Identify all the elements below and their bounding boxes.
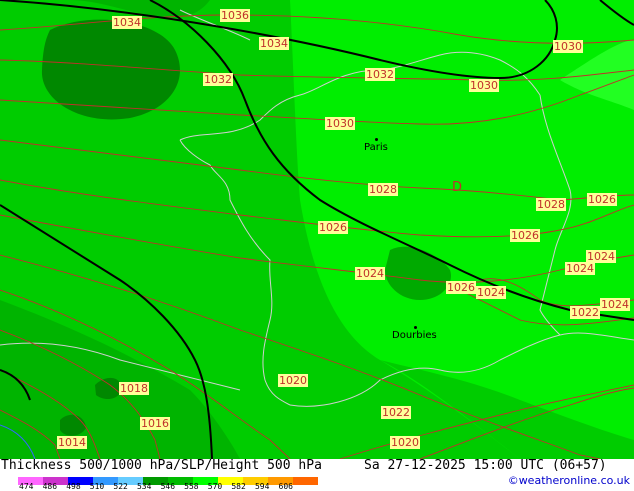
isobar-label: 1034: [112, 16, 142, 29]
isobar-label: 1024: [600, 298, 630, 311]
isobar-label: 1032: [203, 73, 233, 86]
isobar-label: 1016: [140, 417, 170, 430]
weather-map: 1034 1036 1034 1032 1032 1030 1030 1030 …: [0, 0, 634, 459]
isobar-label: 1028: [368, 183, 398, 196]
map-footer: Thickness 500/1000 hPa/SLP/Height 500 hP…: [0, 458, 634, 491]
isobar-label: 1026: [510, 229, 540, 242]
city-marker-dourbies: [414, 326, 417, 329]
isobar-label: 1022: [381, 406, 411, 419]
isobar-label: 1024: [476, 286, 506, 299]
pressure-system-symbol: D: [452, 180, 463, 195]
valid-time: Sa 27-12-2025 15:00 UTC (06+57): [364, 458, 607, 473]
isobar-label: 1024: [565, 262, 595, 275]
color-scale-bar: [18, 471, 318, 485]
isobar-label: 1034: [259, 37, 289, 50]
isobar-label: 1024: [355, 267, 385, 280]
isobar-label: 1020: [278, 374, 308, 387]
isobar-label: 1036: [220, 9, 250, 22]
isobar-label: 1032: [365, 68, 395, 81]
isobar-label: 1014: [57, 436, 87, 449]
city-marker-paris: [375, 138, 378, 141]
isobar-label: 1026: [587, 193, 617, 206]
isobar-label: 1028: [536, 198, 566, 211]
city-label-dourbies: Dourbies: [392, 330, 437, 341]
isobar-label: 1030: [325, 117, 355, 130]
isobar-label: 1026: [318, 221, 348, 234]
isobar-label: 1026: [446, 281, 476, 294]
credit-link[interactable]: ©weatheronline.co.uk: [508, 474, 630, 487]
isobar-label: 1030: [553, 40, 583, 53]
isobar-label: 1022: [570, 306, 600, 319]
city-label-paris: Paris: [364, 142, 388, 153]
isobar-label: 1018: [119, 382, 149, 395]
isobar-label: 1030: [469, 79, 499, 92]
isobar-label: 1024: [586, 250, 616, 263]
isobar-label: 1020: [390, 436, 420, 449]
